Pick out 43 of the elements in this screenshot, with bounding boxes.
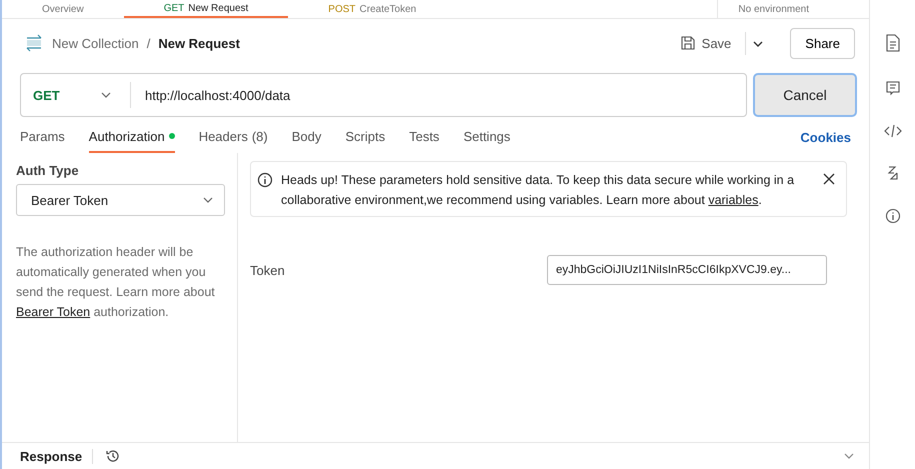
collection-link[interactable]: New Collection — [52, 36, 139, 50]
request-option-tab[interactable]: Settings — [463, 121, 510, 153]
environment-selector[interactable]: No environment — [717, 0, 869, 18]
caret-icon — [100, 91, 112, 99]
request-option-tab[interactable]: Tests — [409, 121, 440, 153]
history-icon[interactable] — [105, 448, 122, 464]
info-icon[interactable] — [884, 208, 900, 224]
request-tab[interactable]: GET New Request — [124, 0, 288, 18]
method-selector[interactable]: GET — [21, 82, 131, 108]
request-name: New Request — [158, 36, 240, 50]
caret-icon — [752, 40, 764, 48]
close-icon[interactable] — [822, 172, 836, 186]
comment-icon[interactable] — [884, 80, 900, 96]
expand-icon[interactable] — [843, 452, 855, 460]
caret-icon — [202, 196, 214, 204]
info-icon — [257, 172, 273, 188]
request-option-tab[interactable]: Body — [292, 121, 322, 153]
variables-link[interactable]: variables — [708, 193, 758, 207]
request-option-tab[interactable]: Params — [20, 121, 65, 153]
request-option-tab[interactable]: Headers (8) — [198, 121, 268, 153]
token-label: Token — [250, 262, 285, 278]
save-icon — [680, 35, 696, 51]
auth-type-dropdown[interactable]: Bearer Token — [16, 184, 225, 216]
request-option-tab[interactable]: Scripts — [345, 121, 386, 153]
arrows-icon[interactable] — [886, 166, 900, 180]
code-icon[interactable] — [884, 124, 902, 138]
request-option-tab[interactable]: Authorization — [88, 121, 175, 153]
http-icon — [24, 33, 44, 53]
cookies-link[interactable]: Cookies — [800, 130, 851, 144]
notice-text: Heads up! These parameters hold sensitive data. To keep this data secure while working in a collaborative environment,we recommend using variables. Learn more about variables. — [281, 172, 796, 209]
token-field[interactable]: eyJhbGciOiJIUzI1NiIsInR5cCI6IkpXVCJ9.ey... — [547, 255, 827, 285]
request-tab[interactable]: Overview — [2, 0, 124, 18]
cancel-button[interactable]: Cancel — [753, 73, 857, 117]
auth-type-label: Auth Type — [16, 163, 80, 178]
url-field[interactable]: GET http://localhost:4000/data — [20, 73, 747, 117]
response-label[interactable]: Response — [20, 448, 94, 464]
breadcrumb-separator: / — [146, 36, 150, 50]
bearer-token-link[interactable]: Bearer Token — [16, 305, 90, 319]
share-button[interactable]: Share — [790, 28, 855, 58]
document-icon[interactable] — [884, 34, 900, 52]
save-button[interactable]: Save — [674, 31, 738, 55]
auth-help-text: The authorization header will be automatically generated when you send the request. Learn more about Bearer Token authorization. — [16, 244, 216, 321]
request-tab[interactable]: POST CreateToken — [288, 0, 456, 18]
